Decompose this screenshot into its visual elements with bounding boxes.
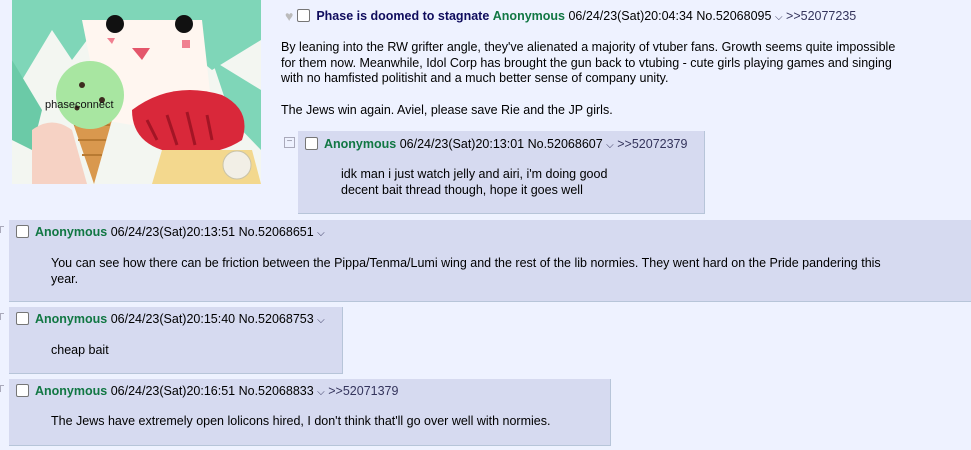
chevron-down-icon[interactable]: ⌵ (775, 12, 783, 23)
reply-datetime: 06/24/23(Sat)20:13:51 (110, 225, 236, 239)
reply-poster-name: Anonymous (35, 384, 108, 398)
reply-checkbox[interactable] (305, 137, 318, 150)
reply-checkbox[interactable] (16, 312, 29, 325)
reply-poster-name: Anonymous (324, 137, 397, 151)
reply-backlink[interactable]: >>52071379 (328, 384, 398, 398)
reply-checkbox[interactable] (16, 384, 29, 397)
chevron-down-icon[interactable]: ⌵ (317, 228, 325, 239)
op-message-line: The Jews win again. Aviel, please save R… (281, 102, 613, 117)
op-message-line: with no hamfisted politishit and a much … (281, 71, 669, 85)
reply-datetime: 06/24/23(Sat)20:13:01 (399, 137, 525, 151)
reply-header: Anonymous 06/24/23(Sat)20:15:40 No.52068… (16, 312, 325, 326)
reply-message-line: idk man i just watch jelly and airi, i'm… (341, 167, 608, 181)
reply-indent-marker (0, 385, 4, 392)
reply-message: idk man i just watch jelly and airi, i'm… (341, 167, 607, 198)
reply-message-line: You can see how there can be friction be… (51, 256, 881, 270)
op-message-line: By leaning into the RW grifter angle, th… (281, 40, 896, 54)
reply-post-number[interactable]: No.52068753 (239, 312, 314, 326)
op-backlink[interactable]: >>52077235 (786, 9, 856, 23)
op-checkbox[interactable] (297, 9, 311, 22)
reply-message-line: The Jews have extremely open lolicons hi… (51, 414, 551, 428)
op-datetime: 06/24/23(Sat)20:04:34 (568, 9, 693, 23)
reply-post: Anonymous 06/24/23(Sat)20:15:40 No.52068… (9, 307, 343, 374)
reply-indent-marker (0, 226, 4, 233)
op-message: By leaning into the RW grifter angle, th… (281, 40, 961, 118)
op-message-line: for them now. Meanwhile, Idol Corp has b… (281, 55, 892, 70)
reply-post: Anonymous 06/24/23(Sat)20:16:51 No.52068… (9, 379, 611, 446)
reply-message-line: cheap bait (51, 343, 109, 357)
reply-header: Anonymous 06/24/23(Sat)20:13:51 No.52068… (16, 225, 325, 239)
reply-header: Anonymous 06/24/23(Sat)20:16:51 No.52068… (16, 384, 398, 398)
reply-indent-marker (0, 313, 4, 320)
reply-message: The Jews have extremely open lolicons hi… (51, 414, 550, 430)
reply-datetime: 06/24/23(Sat)20:15:40 (110, 312, 236, 326)
reply-poster-name: Anonymous (35, 312, 108, 326)
reply-backlink[interactable]: >>52072379 (617, 137, 687, 151)
reply-post-number[interactable]: No.52068833 (239, 384, 314, 398)
reply-message-line: year. (51, 271, 79, 286)
reply-post-number[interactable]: No.52068651 (239, 225, 314, 239)
reply-header: Anonymous 06/24/23(Sat)20:13:01 No.52068… (305, 137, 687, 151)
reply-datetime: 06/24/23(Sat)20:16:51 (110, 384, 236, 398)
heart-icon[interactable]: ♥ (285, 8, 293, 24)
reply-post-number[interactable]: No.52068607 (528, 137, 603, 151)
reply-post: Anonymous 06/24/23(Sat)20:13:51 No.52068… (9, 220, 971, 302)
chevron-down-icon[interactable]: ⌵ (317, 387, 325, 398)
reply-message-line: decent bait thread though, hope it goes … (341, 182, 583, 197)
op-subject: Phase is doomed to stagnate (316, 9, 490, 23)
reply-poster-name: Anonymous (35, 225, 108, 239)
thumbnail-illustration: phaseconnect (12, 0, 261, 184)
reply-checkbox[interactable] (16, 225, 29, 238)
minus-icon[interactable]: − (284, 137, 295, 148)
reply-post: Anonymous 06/24/23(Sat)20:13:01 No.52068… (298, 131, 705, 214)
chevron-down-icon[interactable]: ⌵ (317, 315, 325, 326)
op-thumbnail[interactable]: phaseconnect (12, 0, 261, 184)
thumbnail-logo-text: phaseconnect (45, 99, 114, 111)
reply-message: You can see how there can be friction be… (51, 256, 951, 287)
op-header: ♥ Phase is doomed to stagnate Anonymous 0… (285, 8, 856, 24)
reply-message: cheap bait (51, 343, 109, 359)
chevron-down-icon[interactable]: ⌵ (606, 140, 614, 151)
op-poster-name: Anonymous (492, 9, 565, 23)
op-post-number[interactable]: No.52068095 (696, 9, 771, 23)
